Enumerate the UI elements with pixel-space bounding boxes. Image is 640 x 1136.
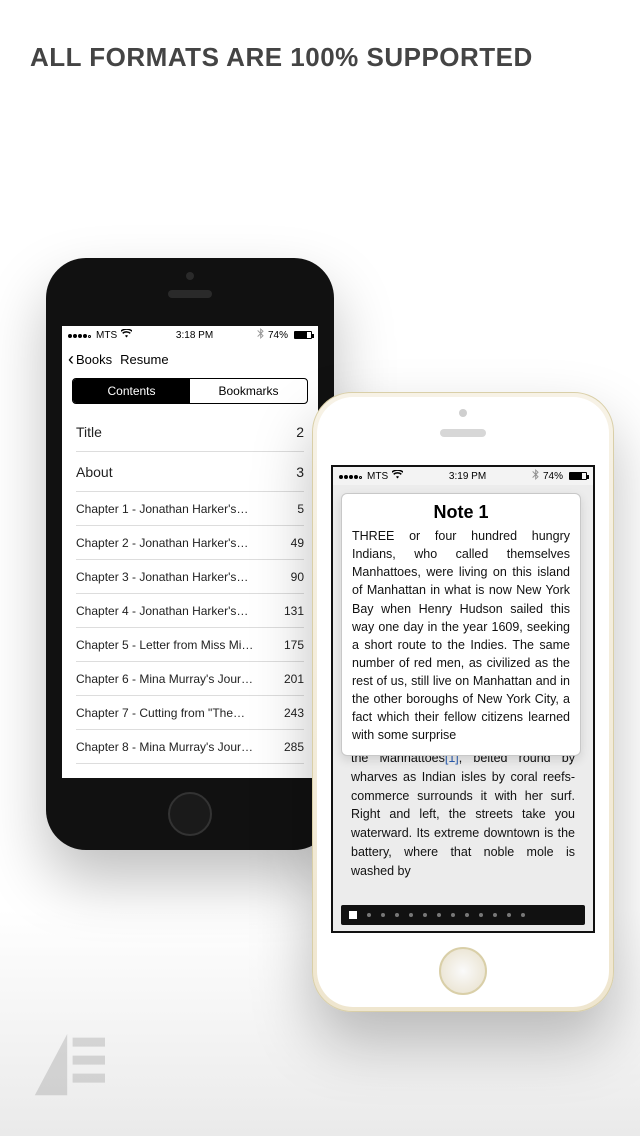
wifi-icon xyxy=(121,329,132,341)
page-dot[interactable] xyxy=(367,913,371,917)
note-body: THREE or four hundred hungry Indians, wh… xyxy=(352,527,570,745)
battery-icon xyxy=(294,331,312,339)
page-current-icon xyxy=(349,911,357,919)
toc-row[interactable]: Chapter 3 - Jonathan Harker's… 90 xyxy=(76,560,304,594)
toc-page: 2 xyxy=(296,424,304,440)
back-button[interactable]: Books xyxy=(76,352,112,367)
toc-title: Title xyxy=(76,424,102,440)
clock-label: 3:19 PM xyxy=(449,471,486,482)
device-camera xyxy=(459,409,467,417)
screen-toc: MTS 3:18 PM 74% ‹ Books Resume Contents … xyxy=(62,326,318,778)
signal-icon xyxy=(68,330,92,341)
bluetooth-icon xyxy=(532,469,539,483)
page-dot[interactable] xyxy=(395,913,399,917)
page-dot[interactable] xyxy=(479,913,483,917)
toc-page: 5 xyxy=(297,502,304,516)
toc-page: 3 xyxy=(296,464,304,480)
toc-title: Chapter 7 - Cutting from "The… xyxy=(76,706,245,720)
battery-icon xyxy=(569,472,587,480)
page-dot[interactable] xyxy=(507,913,511,917)
device-mockup-black: MTS 3:18 PM 74% ‹ Books Resume Contents … xyxy=(46,258,334,850)
toc-page: 201 xyxy=(284,672,304,686)
toc-row[interactable]: Chapter 7 - Cutting from "The… 243 xyxy=(76,696,304,730)
toc-page: 131 xyxy=(284,604,304,618)
segmented-control[interactable]: Contents Bookmarks xyxy=(72,378,308,404)
note-title: Note 1 xyxy=(352,502,570,523)
carrier-label: MTS xyxy=(367,471,388,482)
toc-row[interactable]: Chapter 8 - Mina Murray's Jour… 285 xyxy=(76,730,304,764)
toc-page: 175 xyxy=(284,638,304,652)
toc-title: Chapter 4 - Jonathan Harker's… xyxy=(76,604,248,618)
tab-bookmarks[interactable]: Bookmarks xyxy=(190,379,307,403)
page-dot[interactable] xyxy=(465,913,469,917)
carrier-label: MTS xyxy=(96,330,117,341)
toc-row[interactable]: About 3 xyxy=(76,452,304,492)
page-dot[interactable] xyxy=(493,913,497,917)
toc-row[interactable]: Title 2 xyxy=(76,412,304,452)
page-dot[interactable] xyxy=(521,913,525,917)
toc-page: 285 xyxy=(284,740,304,754)
toc-page: 49 xyxy=(291,536,304,550)
resume-button[interactable]: Resume xyxy=(120,352,168,367)
toc-page: 90 xyxy=(291,570,304,584)
toc-row[interactable]: Chapter 5 - Letter from Miss Mi… 175 xyxy=(76,628,304,662)
device-camera xyxy=(186,272,194,280)
status-bar: MTS 3:19 PM 74% xyxy=(333,467,593,485)
page-dot[interactable] xyxy=(451,913,455,917)
page-dot[interactable] xyxy=(423,913,427,917)
clock-label: 3:18 PM xyxy=(176,330,213,341)
toc-list[interactable]: Title 2 About 3 Chapter 1 - Jonathan Harke… xyxy=(62,412,318,764)
device-mockup-gold: MTS 3:19 PM 74% the Manhattoes[1], belte… xyxy=(312,392,614,1012)
device-speaker xyxy=(440,429,486,437)
page-dot[interactable] xyxy=(381,913,385,917)
toc-title: Chapter 2 - Jonathan Harker's… xyxy=(76,536,248,550)
app-logo-icon xyxy=(24,1016,114,1106)
toc-title: Chapter 8 - Mina Murray's Jour… xyxy=(76,740,253,754)
toc-title: About xyxy=(76,464,113,480)
toc-row[interactable]: Chapter 6 - Mina Murray's Jour… 201 xyxy=(76,662,304,696)
page-indicator[interactable] xyxy=(341,905,585,925)
reader-text-fragment: , belted round by wharves as Indian isle… xyxy=(351,751,575,878)
toc-row[interactable]: Chapter 4 - Jonathan Harker's… 131 xyxy=(76,594,304,628)
battery-label: 74% xyxy=(268,330,288,341)
marketing-headline: ALL FORMATS ARE 100% SUPPORTED xyxy=(30,42,610,73)
toc-title: Chapter 5 - Letter from Miss Mi… xyxy=(76,638,253,652)
page-dot[interactable] xyxy=(437,913,441,917)
signal-icon xyxy=(339,471,363,482)
toc-title: Chapter 6 - Mina Murray's Jour… xyxy=(76,672,253,686)
wifi-icon xyxy=(392,470,403,482)
toc-title: Chapter 1 - Jonathan Harker's… xyxy=(76,502,248,516)
toc-page: 243 xyxy=(284,706,304,720)
toc-row[interactable]: Chapter 1 - Jonathan Harker's… 5 xyxy=(76,492,304,526)
screen-reader: MTS 3:19 PM 74% the Manhattoes[1], belte… xyxy=(331,465,595,933)
toc-row[interactable]: Chapter 2 - Jonathan Harker's… 49 xyxy=(76,526,304,560)
home-button[interactable] xyxy=(168,792,212,836)
note-popover[interactable]: Note 1 THREE or four hundred hungry Indi… xyxy=(341,493,581,756)
nav-bar: ‹ Books Resume xyxy=(62,344,318,374)
bluetooth-icon xyxy=(257,328,264,342)
toc-title: Chapter 3 - Jonathan Harker's… xyxy=(76,570,248,584)
tab-contents[interactable]: Contents xyxy=(73,379,190,403)
status-bar: MTS 3:18 PM 74% xyxy=(62,326,318,344)
back-chevron-icon[interactable]: ‹ xyxy=(68,350,74,368)
home-button[interactable] xyxy=(439,947,487,995)
page-dot[interactable] xyxy=(409,913,413,917)
battery-label: 74% xyxy=(543,471,563,482)
device-speaker xyxy=(168,290,212,298)
